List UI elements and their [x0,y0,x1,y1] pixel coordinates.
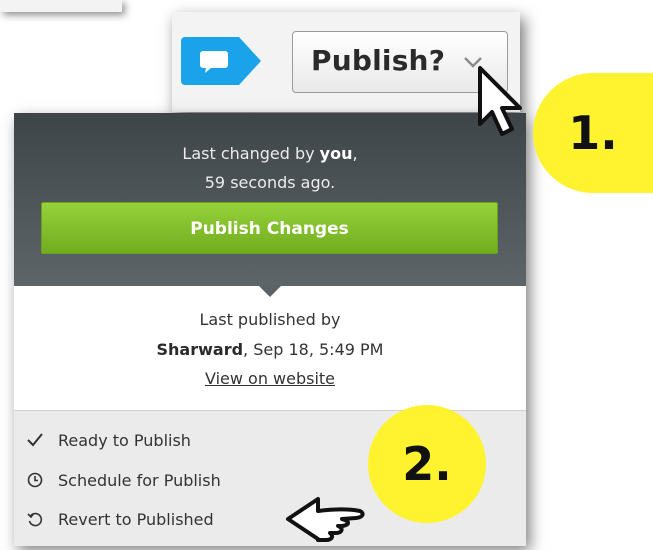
revert-icon [26,510,44,528]
comment-button[interactable] [181,37,263,85]
last-changed-user: you [319,144,353,163]
step-1-callout: 1. [533,73,653,193]
last-changed-text: Last changed by you, [14,144,526,163]
view-on-website-link[interactable]: View on website [205,369,335,388]
comment-icon [181,37,261,85]
menu-item-label: Ready to Publish [58,430,191,450]
publish-dropdown-label: Publish? [311,44,446,77]
mouse-cursor-icon [478,66,522,136]
published-date: , Sep 18, 5:49 PM [243,340,384,359]
previous-panel-edge [0,0,122,12]
last-published-label: Last published by [199,310,341,329]
publish-changes-button[interactable]: Publish Changes [41,202,498,254]
publish-status-header: Last changed by you, 59 seconds ago. Pub… [14,113,526,286]
view-on-website-link-row: View on website [14,369,526,388]
panel-pointer [258,285,282,297]
menu-item-ready-to-publish[interactable]: Ready to Publish [26,427,191,453]
last-changed-time: 59 seconds ago. [204,173,336,192]
step-2-callout: 2. [368,405,486,523]
checkmark-icon [26,431,44,449]
last-changed-suffix: , [352,144,358,163]
pointing-arrow-icon [286,497,365,542]
last-changed-prefix: Last changed by [182,144,320,163]
menu-item-label: Schedule for Publish [58,470,221,490]
last-published-detail: Sharward, Sep 18, 5:49 PM [14,340,526,359]
published-user: Sharward [156,340,244,359]
menu-item-revert-to-published[interactable]: Revert to Published [26,506,214,532]
menu-item-label: Revert to Published [58,509,214,529]
menu-item-schedule-for-publish[interactable]: Schedule for Publish [26,467,221,493]
clock-icon [26,471,44,489]
